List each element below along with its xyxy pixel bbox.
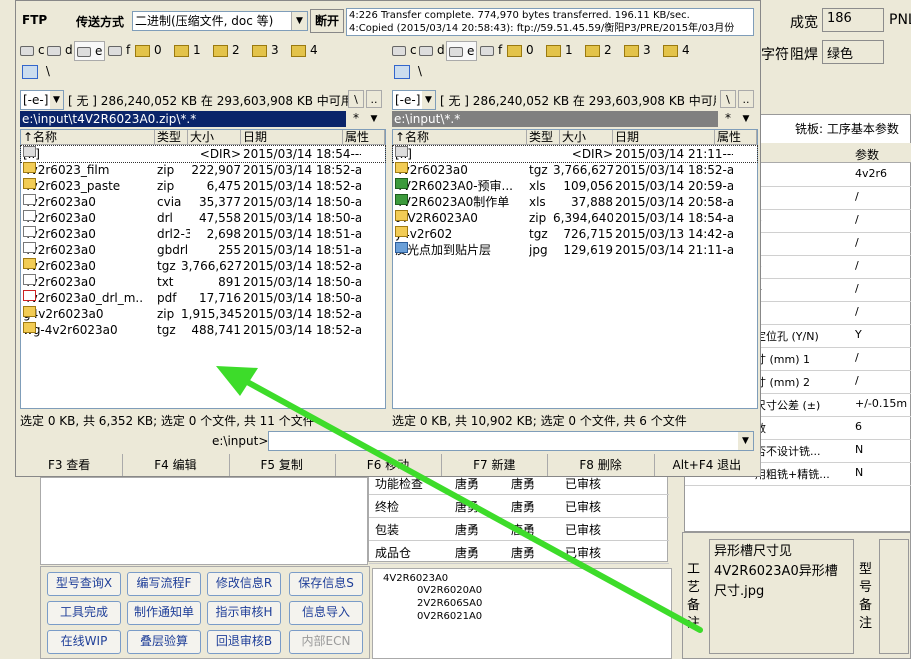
arrow-shaft: [237, 375, 703, 633]
green-arrow-annotation: [216, 366, 703, 633]
